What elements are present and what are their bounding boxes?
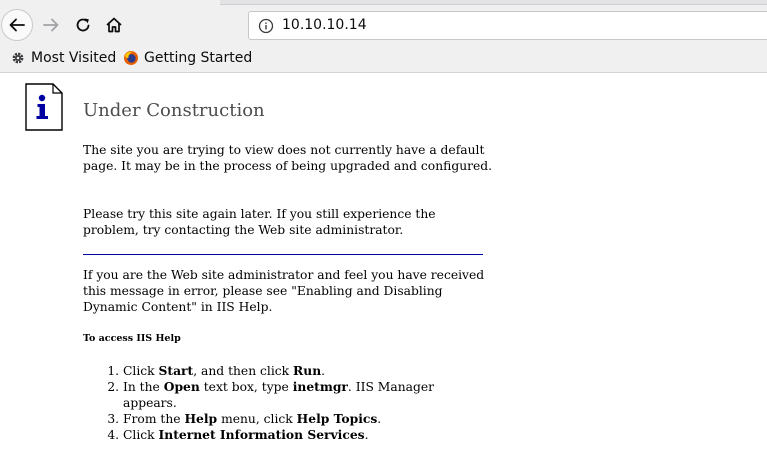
gear-icon [10,50,26,66]
bookmark-getting-started[interactable]: Getting Started [123,48,252,68]
arrow-left-icon [9,18,25,32]
tab-strip-edge [220,0,767,5]
list-item: Click Internet Information Services. [123,427,483,443]
paragraph-try-again: Please try this site again later. If you… [83,207,436,237]
paragraph-admin-note: If you are the Web site administrator an… [83,268,485,314]
reload-icon [76,18,90,32]
page-title: Under Construction [83,100,265,121]
home-button[interactable] [102,13,126,37]
list-item: Click Start, and then click Run. [123,363,483,379]
back-button[interactable] [1,9,33,41]
reload-button[interactable] [71,13,95,37]
address-bar[interactable]: 10.10.10.14 [248,11,767,40]
page-content: Under Construction The site you are tryi… [0,73,767,466]
bookmark-label: Most Visited [31,50,117,66]
browser-toolbar: 10.10.10.14 Most Visited Getting Started [0,0,767,73]
firefox-icon [123,50,139,66]
list-item: From the Help menu, click Help Topics. [123,411,483,427]
horizontal-rule [83,254,483,255]
bookmark-most-visited[interactable]: Most Visited [10,48,116,68]
bookmark-label: Getting Started [144,50,253,66]
forward-button[interactable] [39,13,63,37]
info-circle-icon[interactable] [258,18,274,34]
url-text[interactable]: 10.10.10.14 [282,17,367,33]
list-item: In the Open text box, type inetmgr. IIS … [123,379,483,411]
home-icon [106,17,122,33]
arrow-right-icon [43,18,59,32]
help-heading: To access IIS Help [83,333,181,344]
paragraph-no-default-page: The site you are trying to view does not… [83,143,493,173]
info-document-icon [25,83,63,131]
help-steps-list: Click Start, and then click Run. In the … [83,363,483,443]
